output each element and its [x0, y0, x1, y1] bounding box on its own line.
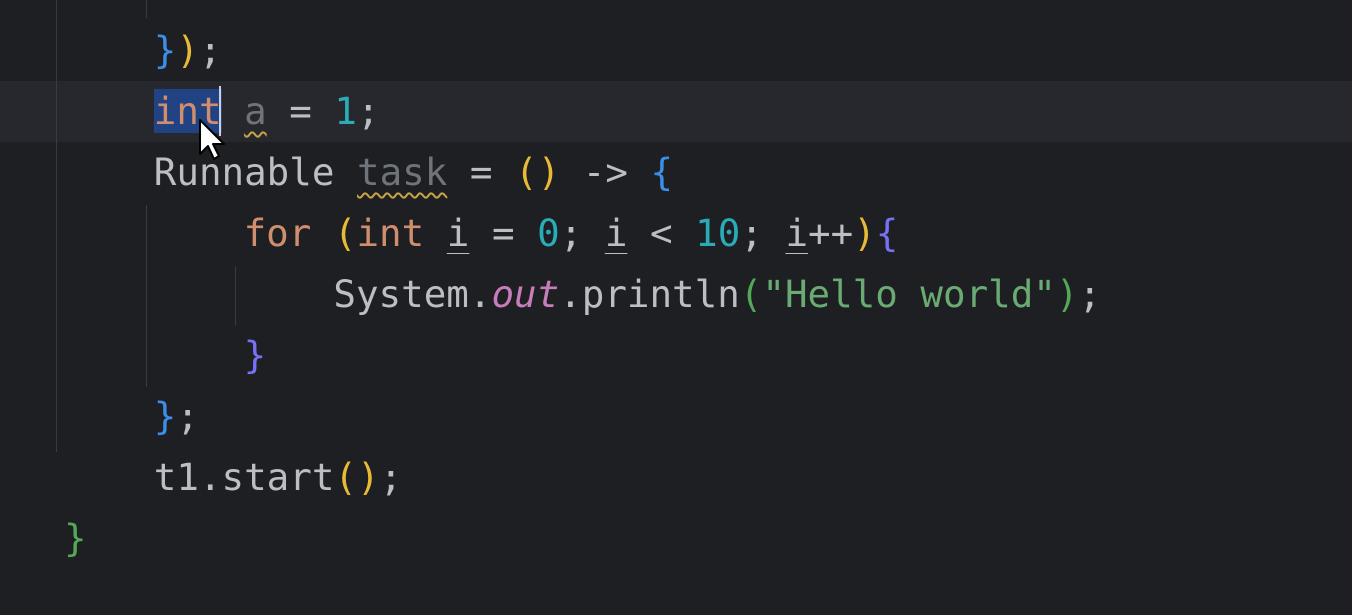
code-token: ;	[357, 89, 380, 133]
code-token: <	[627, 211, 696, 255]
code-token: }	[243, 333, 267, 377]
code-line[interactable]: }	[0, 508, 1352, 569]
code-token: ;	[559, 211, 605, 255]
code-token: ;	[1078, 272, 1102, 316]
code-line-text[interactable]: for (int i = 0; i < 10; i++){	[244, 203, 899, 264]
code-token: ;	[176, 394, 199, 438]
code-line[interactable]: t1.start();	[0, 447, 1352, 508]
code-line-text[interactable]: }	[244, 325, 267, 386]
code-token: out	[491, 272, 560, 316]
code-token: for	[243, 211, 334, 255]
code-token: int	[356, 211, 447, 255]
code-line[interactable]: }	[0, 325, 1352, 386]
indent-guide-task	[146, 0, 147, 18]
code-line[interactable]: for (int i = 0; i < 10; i++){	[0, 203, 1352, 264]
code-token: {	[875, 211, 899, 255]
code-token: =	[469, 211, 538, 255]
code-token: }	[153, 394, 177, 438]
code-token: "Hello world"	[762, 272, 1056, 316]
code-token: ++	[808, 211, 854, 255]
code-token: ;	[379, 455, 403, 499]
code-token: )	[1055, 272, 1079, 316]
indent-guide-outer	[56, 0, 57, 452]
code-token: ()	[515, 150, 561, 194]
code-token: 0	[537, 211, 560, 255]
indent-guide-lambda	[146, 205, 147, 387]
code-token: }	[64, 516, 87, 560]
mouse-pointer-icon	[199, 119, 225, 160]
code-token: )	[853, 211, 876, 255]
code-token: (	[739, 272, 763, 316]
code-line-text[interactable]: }	[64, 508, 87, 569]
code-token: ()	[334, 455, 380, 499]
code-token: Runnable	[153, 150, 357, 194]
code-editor[interactable]: }); int a = 1; Runnable task = () -> {for …	[0, 0, 1352, 615]
code-token: 1	[334, 89, 357, 133]
code-token: a	[244, 89, 267, 133]
code-token: )	[176, 28, 199, 72]
code-token: ->	[560, 150, 651, 194]
code-line-text[interactable]: System.out.println("Hello world");	[333, 264, 1101, 325]
code-token: .println	[559, 272, 740, 316]
code-line[interactable]: };	[0, 386, 1352, 447]
code-token: t1.start	[153, 455, 335, 499]
code-token: ;	[198, 28, 222, 72]
code-token: =	[266, 89, 335, 133]
code-token: ;	[740, 211, 786, 255]
code-token: (	[333, 211, 357, 255]
code-token: 10	[695, 211, 741, 255]
code-line-text[interactable]: int a = 1;	[153, 81, 380, 142]
code-line-text[interactable]: };	[154, 386, 199, 447]
indent-guide-for	[235, 266, 236, 326]
code-token: =	[447, 150, 516, 194]
code-token: task	[357, 150, 448, 194]
code-token: {	[650, 150, 674, 194]
code-line-text[interactable]: t1.start();	[154, 447, 402, 508]
code-token: }	[153, 28, 177, 72]
code-token: i	[446, 211, 470, 255]
code-line[interactable]: System.out.println("Hello world");	[0, 264, 1352, 325]
code-token: i	[785, 211, 809, 255]
code-line-text[interactable]: Runnable task = () -> {	[154, 142, 673, 203]
code-line-text[interactable]: });	[154, 20, 222, 81]
code-token: System.	[333, 272, 492, 316]
code-token: i	[604, 211, 628, 255]
code-line[interactable]: });	[0, 20, 1352, 81]
